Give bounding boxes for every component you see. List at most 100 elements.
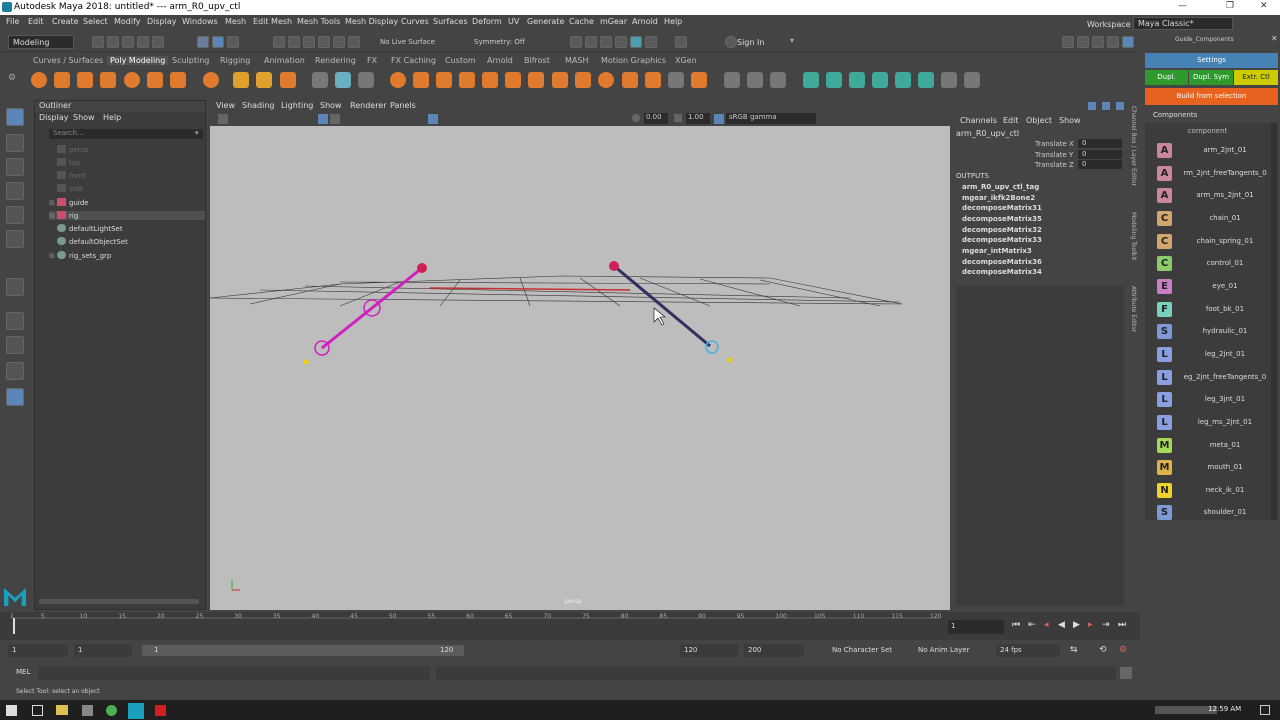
sign-in-dropdown-icon[interactable]: ▾ xyxy=(790,36,794,45)
sidebar-toggle-icon-2[interactable] xyxy=(1077,36,1089,48)
menu-help[interactable]: Help xyxy=(664,17,682,26)
auto-key-icon[interactable]: ⟲ xyxy=(1099,645,1107,655)
poly-plane-icon[interactable] xyxy=(147,72,163,88)
snap-grid-icon[interactable] xyxy=(273,36,285,48)
component-item[interactable]: Mmeta_01 xyxy=(1157,435,1269,455)
undo-icon[interactable] xyxy=(137,36,149,48)
menu-modify[interactable]: Modify xyxy=(114,17,141,26)
view-transform-dropdown[interactable]: sRGB gamma xyxy=(726,113,816,124)
layout-two-icon[interactable] xyxy=(6,362,24,380)
recorder-icon[interactable] xyxy=(155,705,166,716)
command-input[interactable] xyxy=(38,666,430,680)
chrome-icon[interactable] xyxy=(106,705,117,716)
smooth-icon[interactable] xyxy=(390,72,406,88)
component-item[interactable]: Shydraulic_01 xyxy=(1157,321,1269,341)
sign-in-button[interactable]: Sign In xyxy=(737,38,764,47)
extrude-icon[interactable] xyxy=(413,72,429,88)
go-to-end-icon[interactable]: ⏭ xyxy=(1118,620,1126,630)
select-hierarchy-icon[interactable] xyxy=(197,36,209,48)
menu-edit[interactable]: Edit xyxy=(28,17,44,26)
render-view-icon[interactable] xyxy=(570,36,582,48)
mirror-icon[interactable] xyxy=(312,72,328,88)
shelf-tab-rendering[interactable]: Rendering xyxy=(315,56,356,65)
menu-set-dropdown[interactable]: Modeling xyxy=(8,35,74,49)
poke-icon[interactable] xyxy=(691,72,707,88)
notification-icon[interactable] xyxy=(1260,705,1270,715)
poly-cube-icon[interactable] xyxy=(54,72,70,88)
component-item[interactable]: Lleg_3jnt_01 xyxy=(1157,389,1269,409)
script-language-toggle[interactable]: MEL xyxy=(16,668,30,676)
outliner-item[interactable]: top xyxy=(49,158,80,167)
outliner-item[interactable]: ⊞ guide xyxy=(49,198,89,207)
poly-torus-icon[interactable] xyxy=(124,72,140,88)
shelf-tab-curves-surfaces[interactable]: Curves / Surfaces xyxy=(33,56,103,65)
range-bar[interactable] xyxy=(142,645,464,656)
gamma-field[interactable]: 1.00 xyxy=(686,113,710,124)
component-item[interactable]: Lleg_2jnt_01 xyxy=(1157,344,1269,364)
camera-attributes-icon[interactable] xyxy=(218,114,228,124)
menu-cache[interactable]: Cache xyxy=(569,17,594,26)
time-slider[interactable]: 1 5 10 15 20 25 30 35 40 45 50 55 60 65 70 75 80 85 90 95 10… xyxy=(0,612,1140,640)
step-back-key-icon[interactable]: ⇤ xyxy=(1028,620,1036,630)
channel-box-icon-3[interactable] xyxy=(1116,102,1124,110)
channel-menu-object[interactable]: Object xyxy=(1026,116,1052,125)
merge-icon[interactable] xyxy=(552,72,568,88)
layout-four-icon[interactable] xyxy=(6,336,24,354)
output-node[interactable]: mgear_ikfk2Bone2 xyxy=(962,194,1035,202)
type-tool-icon[interactable] xyxy=(256,72,272,88)
channel-menu-edit[interactable]: Edit xyxy=(1003,116,1019,125)
script-editor-icon[interactable] xyxy=(1120,667,1132,679)
anim-start-field[interactable]: 1 xyxy=(8,644,68,657)
uv-auto-icon[interactable] xyxy=(895,72,911,88)
insert-edge-loop-icon[interactable] xyxy=(598,72,614,88)
symmetry-dropdown[interactable]: Symmetry: Off xyxy=(474,38,525,46)
pause-icon[interactable] xyxy=(675,36,687,48)
file-explorer-icon[interactable] xyxy=(56,705,68,715)
windows-start-icon[interactable] xyxy=(6,705,17,716)
output-node[interactable]: decomposeMatrix34 xyxy=(962,268,1042,276)
bevel-icon[interactable] xyxy=(459,72,475,88)
quad-draw-icon[interactable] xyxy=(645,72,661,88)
scale-tool-icon[interactable] xyxy=(6,230,24,248)
outliner-menu-display[interactable]: Display xyxy=(39,113,69,122)
duplicate-face-icon[interactable] xyxy=(747,72,763,88)
uv-planar-icon[interactable] xyxy=(826,72,842,88)
wedge-icon[interactable] xyxy=(668,72,684,88)
outliner-item[interactable]: defaultLightSet xyxy=(49,224,123,233)
task-view-icon[interactable] xyxy=(32,705,43,716)
super-shape-icon[interactable] xyxy=(233,72,249,88)
shelf-tab-bifrost[interactable]: Bifrost xyxy=(524,56,550,65)
uv-sew-icon[interactable] xyxy=(964,72,980,88)
attr-translate-y-label[interactable]: Translate Y xyxy=(1035,151,1073,159)
hypershade-icon[interactable] xyxy=(630,36,642,48)
fps-dropdown[interactable]: 24 fps xyxy=(996,644,1060,657)
outliner-menu-help[interactable]: Help xyxy=(103,113,121,122)
uv-editor-icon[interactable] xyxy=(918,72,934,88)
attr-translate-x-value[interactable]: 0 xyxy=(1078,139,1122,148)
menu-uv[interactable]: UV xyxy=(508,17,519,26)
playback-end-field[interactable]: 120 xyxy=(680,644,738,657)
shelf-tab-sculpting[interactable]: Sculpting xyxy=(172,56,209,65)
poly-cone-icon[interactable] xyxy=(100,72,116,88)
layout-single-icon[interactable] xyxy=(6,312,24,330)
go-to-start-icon[interactable]: ⏮ xyxy=(1012,620,1020,630)
snap-surface-icon[interactable] xyxy=(333,36,345,48)
component-item[interactable]: Cchain_01 xyxy=(1157,208,1269,228)
separate-icon[interactable] xyxy=(358,72,374,88)
menu-arnold[interactable]: Arnold xyxy=(632,17,658,26)
svg-tool-icon[interactable] xyxy=(280,72,296,88)
select-component-icon[interactable] xyxy=(227,36,239,48)
sidebar-toggle-icon-1[interactable] xyxy=(1062,36,1074,48)
smooth-shade-icon[interactable] xyxy=(330,114,340,124)
play-forward-icon[interactable]: ▶ xyxy=(1073,620,1080,630)
component-item[interactable]: Nneck_ik_01 xyxy=(1157,480,1269,500)
character-set-dropdown[interactable]: No Character Set xyxy=(832,646,892,654)
output-node[interactable]: decomposeMatrix36 xyxy=(962,258,1042,266)
output-node[interactable]: mgear_intMatrix3 xyxy=(962,247,1032,255)
taskbar-app-icon[interactable] xyxy=(82,705,93,716)
anim-prefs-icon[interactable]: ⚙ xyxy=(1119,645,1127,655)
play-backward-icon[interactable]: ◀ xyxy=(1058,620,1065,630)
exposure-icon[interactable] xyxy=(632,114,640,122)
bridge-icon[interactable] xyxy=(436,72,452,88)
snap-plane-icon[interactable] xyxy=(318,36,330,48)
